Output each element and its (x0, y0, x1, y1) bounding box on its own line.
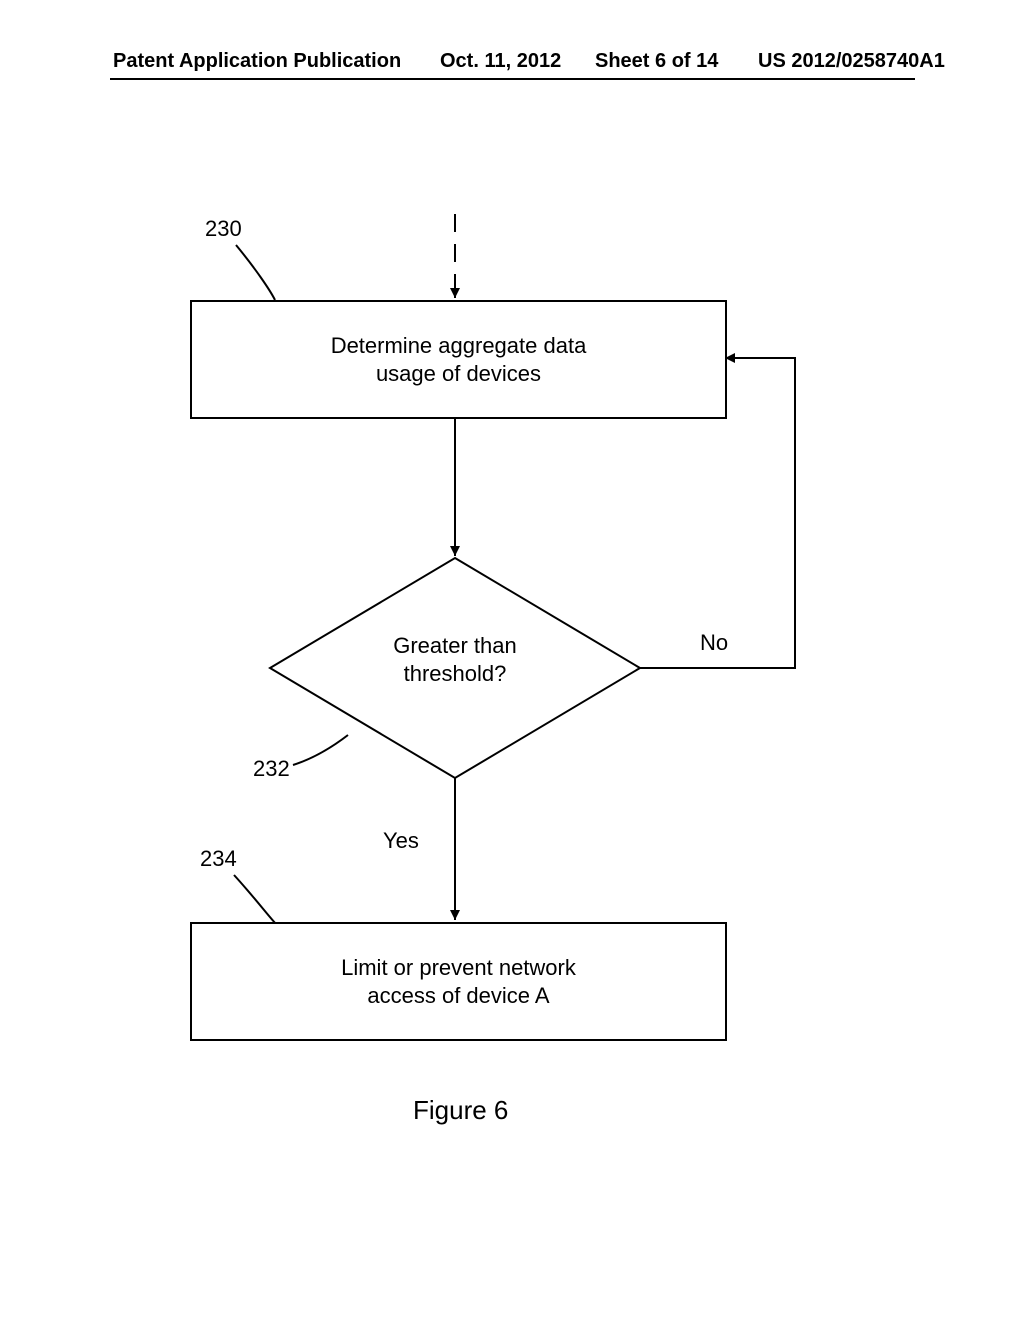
branch-no: No (700, 630, 728, 656)
figure-caption: Figure 6 (413, 1095, 508, 1126)
process-box-230-line2: usage of devices (376, 360, 541, 388)
publication-type: Patent Application Publication (113, 50, 401, 73)
process-box-230: Determine aggregate data usage of device… (190, 300, 727, 419)
process-box-234: Limit or prevent network access of devic… (190, 922, 727, 1041)
sheet-number: Sheet 6 of 14 (595, 50, 718, 73)
page: Patent Application Publication Oct. 11, … (0, 0, 1024, 1320)
decision-232-text: Greater than threshold? (330, 632, 580, 687)
process-box-234-line1: Limit or prevent network (341, 954, 576, 982)
branch-yes: Yes (383, 828, 419, 854)
header-rule (110, 78, 915, 80)
process-box-234-line2: access of device A (367, 982, 549, 1010)
decision-232-line1: Greater than (330, 632, 580, 660)
publication-number: US 2012/0258740A1 (758, 50, 945, 73)
process-box-230-line1: Determine aggregate data (331, 332, 587, 360)
decision-232-line2: threshold? (330, 660, 580, 688)
ref-234: 234 (200, 846, 237, 872)
ref-232: 232 (253, 756, 290, 782)
ref-230: 230 (205, 216, 242, 242)
publication-date: Oct. 11, 2012 (440, 50, 561, 73)
